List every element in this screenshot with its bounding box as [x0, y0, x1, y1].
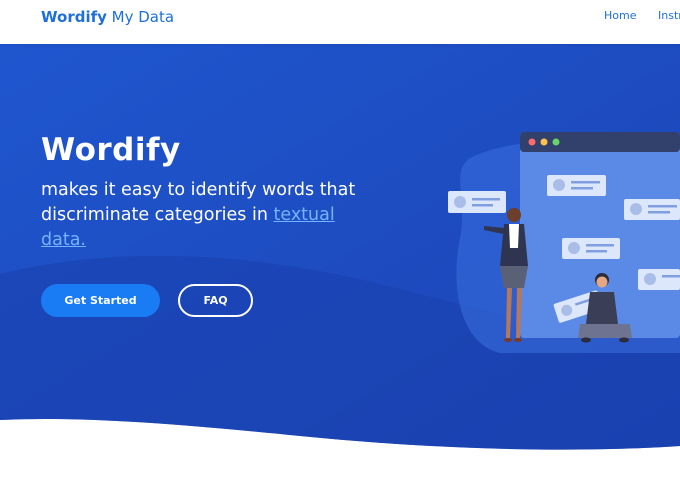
profile-card-icon: [562, 238, 620, 259]
get-started-button[interactable]: Get Started: [41, 284, 160, 317]
window-dot-icon: [528, 138, 536, 146]
brand-name: Wordify: [41, 8, 107, 26]
faq-button[interactable]: FAQ: [178, 284, 253, 317]
profile-card-icon: [638, 269, 680, 290]
hero-section: Wordify makes it easy to identify words …: [0, 44, 680, 450]
top-navbar: Wordify My Data Home Instr: [0, 0, 680, 44]
profile-card-icon: [624, 199, 680, 220]
nav-link-instructions[interactable]: Instr: [658, 9, 680, 22]
profile-card-icon: [547, 175, 606, 196]
brand-suffix: My Data: [106, 8, 175, 26]
brand-link[interactable]: Wordify My Data: [41, 8, 174, 26]
window-dot-icon: [552, 138, 560, 146]
profile-card-icon: [448, 191, 506, 213]
hero-tagline: makes it easy to identify words that dis…: [41, 178, 381, 253]
window-dot-icon: [540, 138, 548, 146]
hero-logo: Wordify: [41, 132, 181, 168]
nav-link-home[interactable]: Home: [604, 9, 636, 22]
hero-illustration: [448, 132, 680, 353]
